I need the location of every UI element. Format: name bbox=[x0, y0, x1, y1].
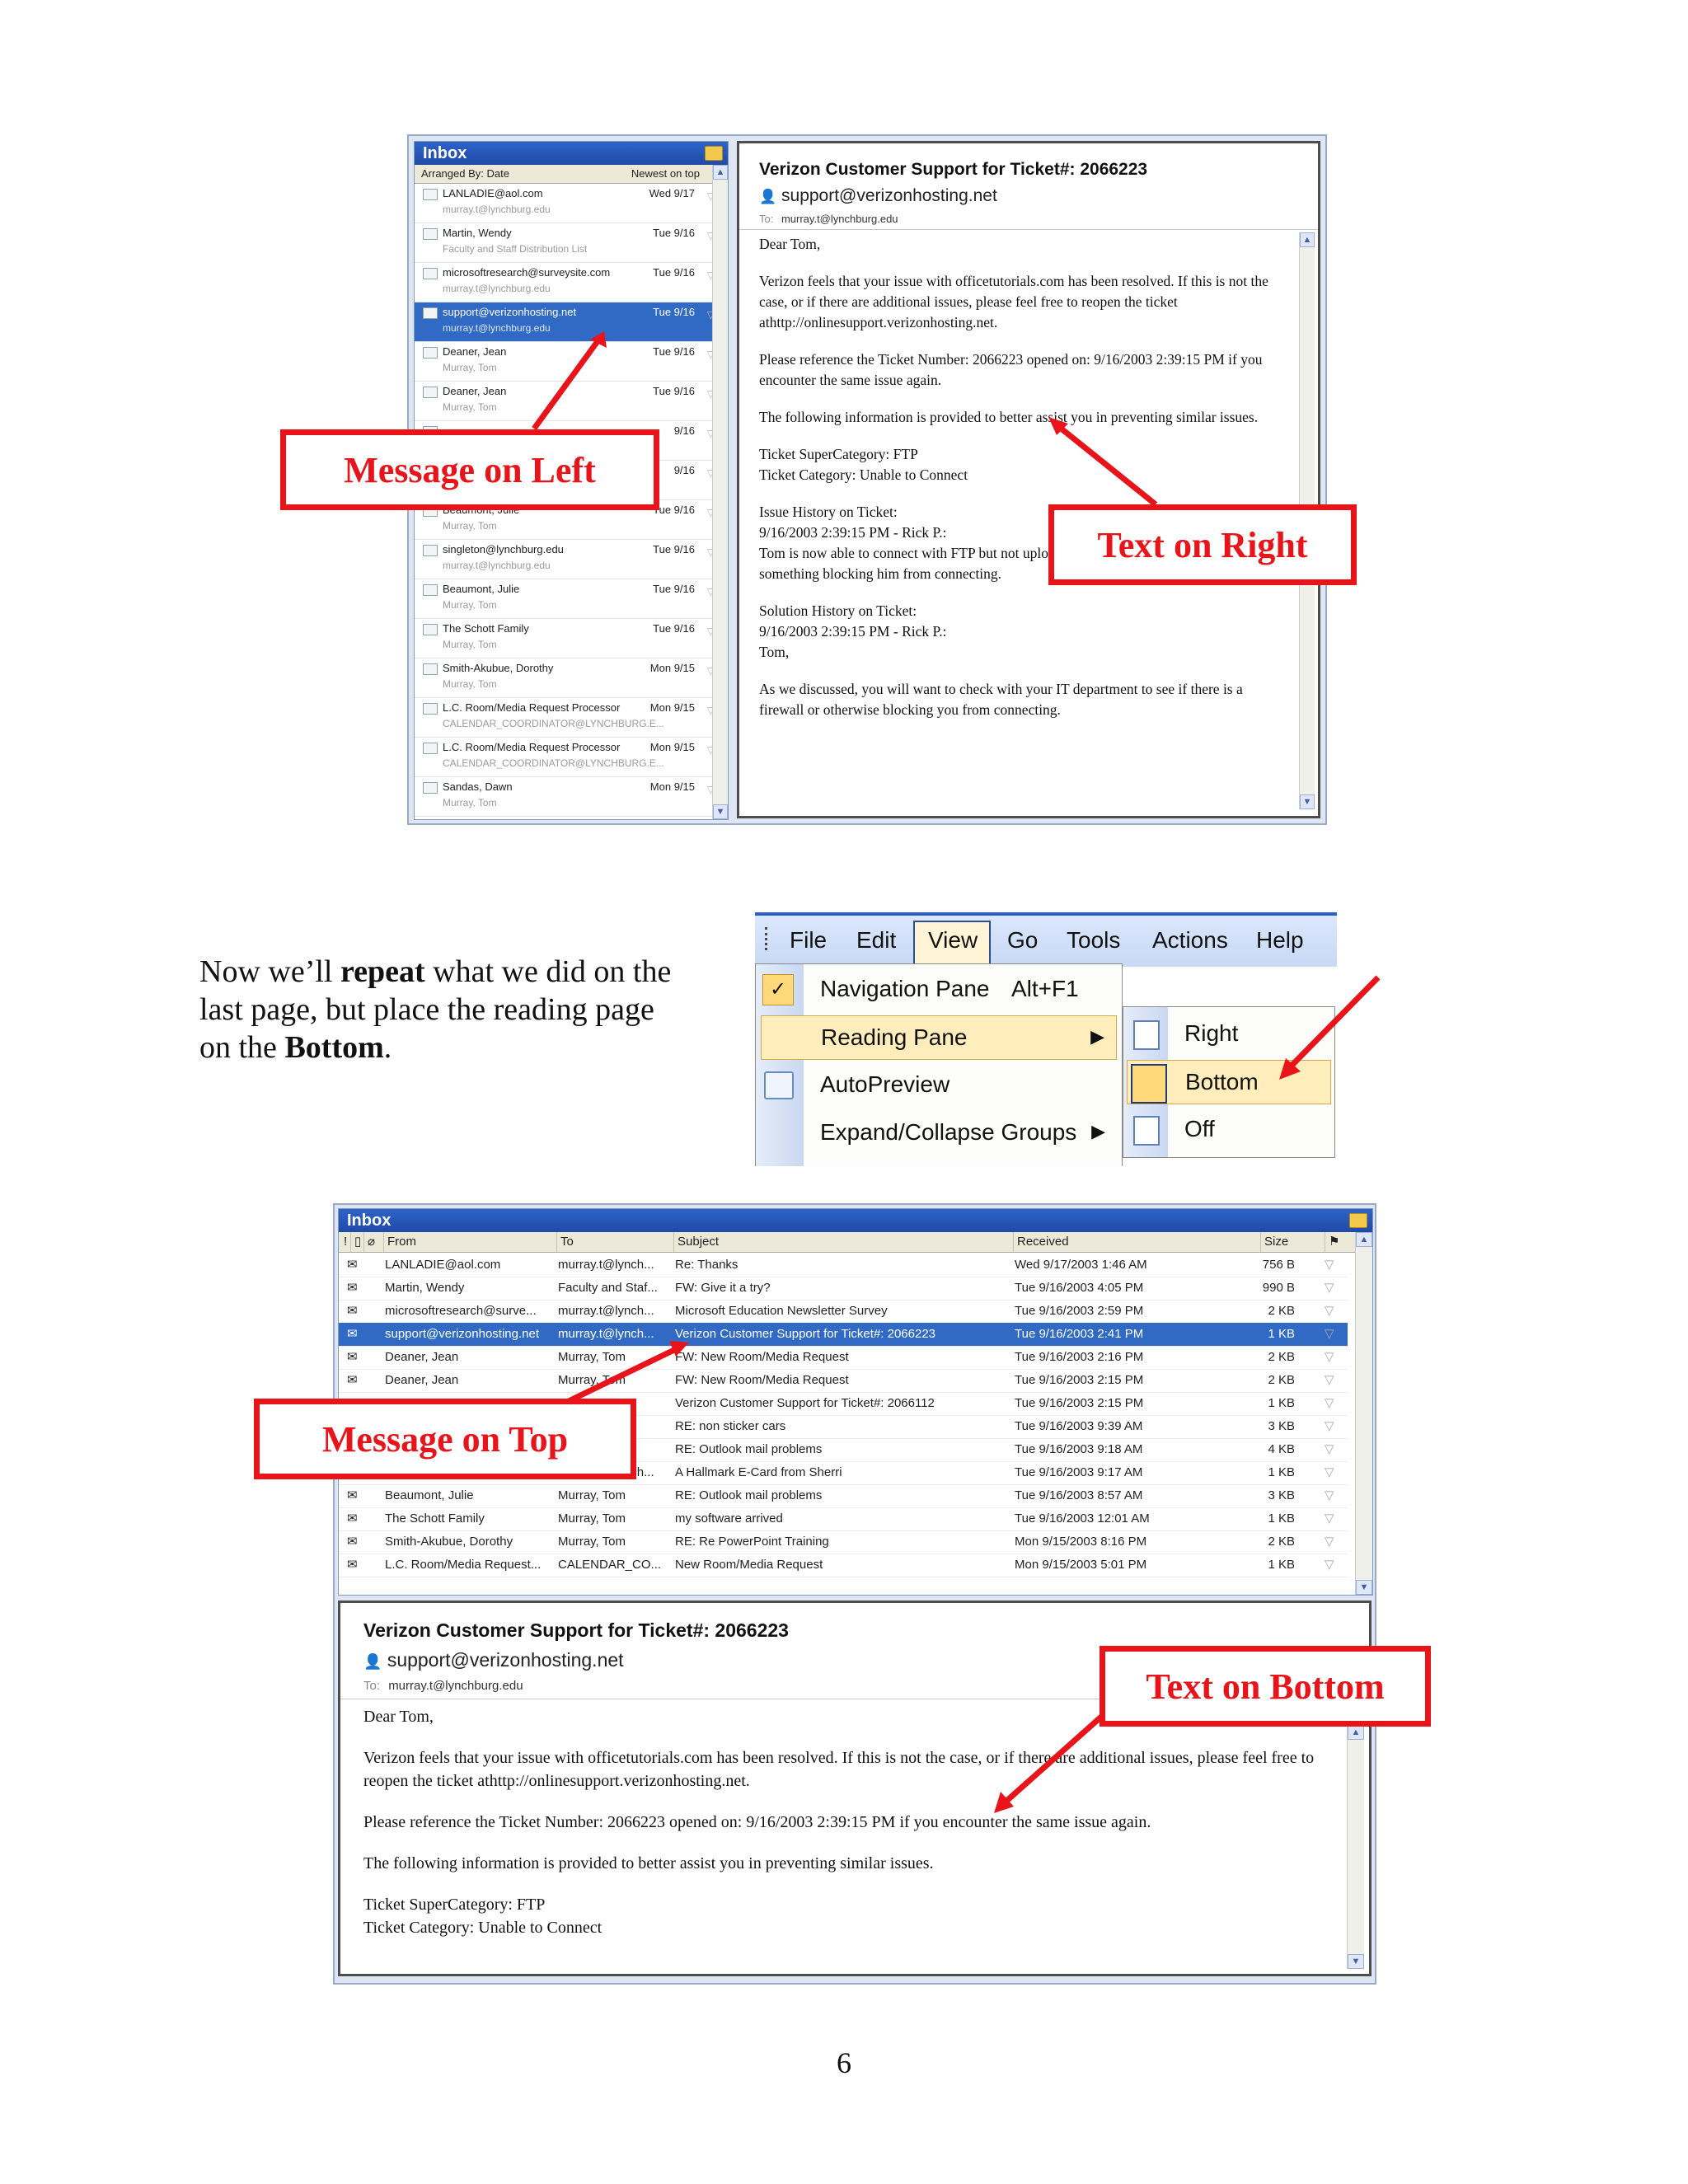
pane-right-icon bbox=[1133, 1020, 1160, 1050]
submenu-right-label[interactable]: Right bbox=[1184, 1020, 1238, 1047]
menu-edit[interactable]: Edit bbox=[856, 927, 896, 954]
arrow-message-left bbox=[532, 335, 603, 431]
navigation-pane-shortcut: Alt+F1 bbox=[1011, 976, 1079, 1001]
arrow-message-top bbox=[567, 1345, 679, 1404]
submenu-off[interactable]: Off bbox=[1123, 1108, 1334, 1152]
expand-collapse-label[interactable]: Expand/Collapse Groups bbox=[820, 1119, 1076, 1146]
menu-view[interactable]: View bbox=[928, 927, 978, 954]
callout-message-on-top: Message on Top bbox=[254, 1399, 636, 1479]
reading-pane-label[interactable]: Reading Pane bbox=[821, 1024, 967, 1051]
submenu-arrow-icon: ▶ bbox=[1090, 1026, 1104, 1047]
navigation-pane-label[interactable]: Navigation Pane bbox=[820, 976, 989, 1002]
autopreview-label[interactable]: AutoPreview bbox=[820, 1071, 950, 1098]
top-arrows bbox=[532, 331, 1158, 507]
menu-item-reading-pane[interactable]: Reading Pane ▶ bbox=[761, 1015, 1117, 1060]
pane-bottom-icon bbox=[1131, 1064, 1167, 1104]
menu-grip-icon bbox=[765, 927, 771, 950]
view-dropdown: ✓ Navigation Pane Alt+F1 Reading Pane ▶ … bbox=[755, 963, 1123, 1166]
menu-help[interactable]: Help bbox=[1256, 927, 1304, 954]
body-paragraph: Ticket SuperCategory: FTP Ticket Categor… bbox=[363, 1896, 603, 1937]
pane-off-icon bbox=[1133, 1116, 1160, 1146]
scroll-down-icon[interactable]: ▼ bbox=[1348, 1954, 1364, 1969]
bottom-arrows bbox=[567, 1341, 1125, 1813]
arrow-text-right bbox=[1057, 424, 1158, 507]
menu-item-autopreview[interactable]: AutoPreview bbox=[756, 1063, 1122, 1108]
checkmark-icon: ✓ bbox=[762, 974, 794, 1005]
menu-item-navigation-pane[interactable]: ✓ Navigation Pane Alt+F1 bbox=[756, 968, 1122, 1012]
menu-item-expand-collapse[interactable]: Expand/Collapse Groups ▶ bbox=[756, 1111, 1122, 1155]
callout-text-on-right: Text on Right bbox=[1048, 504, 1357, 585]
instruction-paragraph: Now we’ll repeat what we did on the last… bbox=[199, 954, 672, 1065]
callout-text-on-bottom: Text on Bottom bbox=[1100, 1646, 1431, 1727]
menu-file[interactable]: File bbox=[790, 927, 827, 954]
menu-actions[interactable]: Actions bbox=[1152, 927, 1228, 954]
menu-bar: File Edit View Go Tools Actions Help bbox=[755, 912, 1337, 967]
callout-message-on-left: Message on Left bbox=[280, 429, 659, 510]
menu-arrow bbox=[1279, 975, 1381, 1080]
autopreview-icon bbox=[764, 1071, 794, 1099]
page-number: 6 bbox=[837, 2046, 851, 2079]
submenu-arrow-icon: ▶ bbox=[1091, 1121, 1105, 1141]
menu-tools[interactable]: Tools bbox=[1067, 927, 1120, 954]
submenu-off-label[interactable]: Off bbox=[1184, 1116, 1215, 1142]
menu-go[interactable]: Go bbox=[1007, 927, 1038, 954]
